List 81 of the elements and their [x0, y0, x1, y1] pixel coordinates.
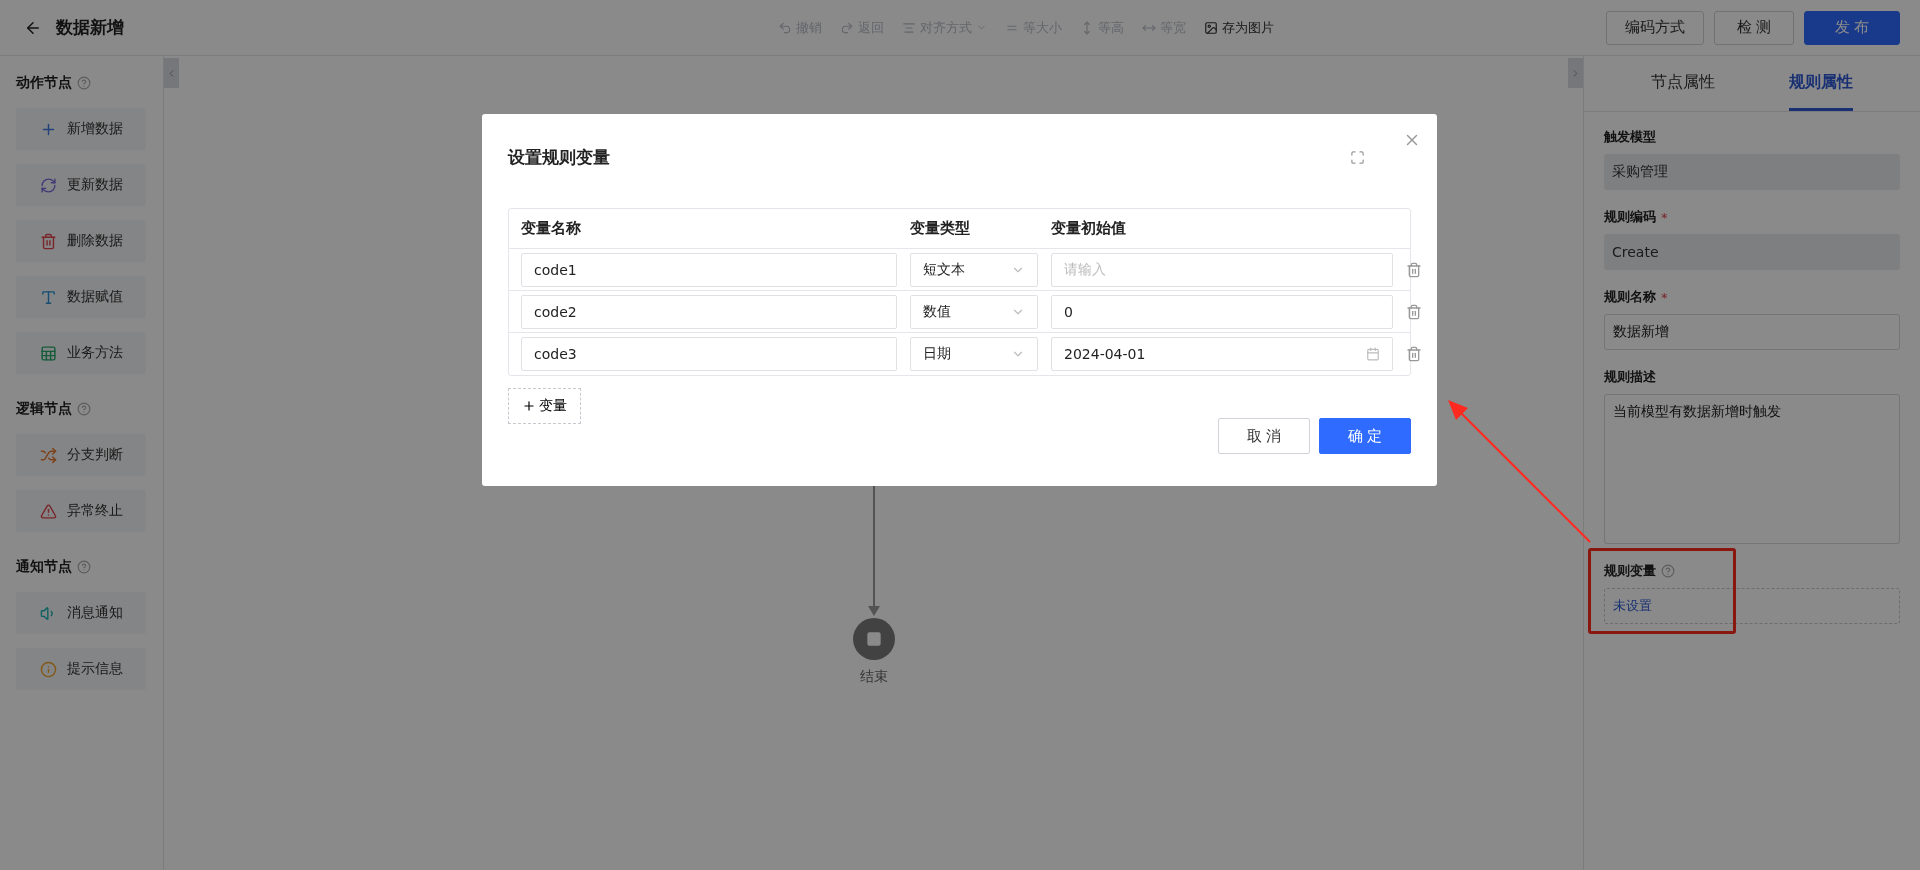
collapse-handle[interactable]	[164, 58, 179, 88]
node-label: 新增数据	[66, 120, 123, 138]
textarea-field[interactable]: 当前模型有数据新增时触发	[1604, 394, 1900, 544]
refresh-icon	[39, 176, 57, 194]
type-select[interactable]: 短文本	[910, 252, 1038, 287]
add-variable-button[interactable]: 变量	[508, 388, 581, 424]
column-header: 变量名称	[521, 219, 582, 238]
readonly-field: Create	[1604, 234, 1900, 270]
node-label: 分支判断	[66, 446, 123, 464]
node-item[interactable]: 提示信息	[16, 648, 146, 690]
delete-icon[interactable]	[1406, 261, 1422, 278]
dialog-button[interactable]: 确 定	[1319, 418, 1411, 454]
node-item[interactable]: 分支判断	[16, 434, 146, 476]
name-input[interactable]: code1	[521, 252, 897, 287]
section-title: 动作节点	[16, 74, 72, 92]
node-label: 消息通知	[66, 604, 123, 622]
sheet-icon	[39, 344, 57, 362]
plus-icon	[522, 399, 536, 413]
node-item[interactable]: 数据赋值	[16, 276, 146, 318]
section-title: 逻辑节点	[16, 400, 72, 418]
node-item[interactable]: 消息通知	[16, 592, 146, 634]
branch-icon	[39, 446, 57, 464]
help-icon[interactable]	[1661, 564, 1675, 578]
node-label: 结束	[859, 668, 888, 686]
node-label: 更新数据	[66, 176, 123, 194]
header-button[interactable]: 编码方式	[1606, 10, 1704, 45]
readonly-field: 采购管理	[1604, 154, 1900, 190]
panel-tab[interactable]: 规则属性	[1789, 56, 1853, 111]
header-button[interactable]: 发 布	[1804, 10, 1900, 45]
dialog-button[interactable]: 取 消	[1218, 418, 1310, 454]
input-field[interactable]: 数据新增	[1604, 314, 1900, 350]
toolbar-button[interactable]: 存为图片	[1204, 18, 1274, 37]
not-set-link[interactable]: 未设置	[1613, 597, 1652, 615]
field-label: 规则变量	[1604, 562, 1656, 580]
section-title: 通知节点	[16, 558, 72, 576]
end-node[interactable]	[852, 618, 895, 660]
align-icon	[902, 20, 916, 35]
column-header: 变量初始值	[1051, 219, 1127, 238]
help-icon[interactable]	[77, 560, 91, 574]
help-icon[interactable]	[77, 76, 91, 90]
node-item[interactable]: 业务方法	[16, 332, 146, 374]
info-icon	[39, 660, 57, 678]
field-label: 规则编码	[1604, 208, 1656, 226]
column-header: 变量类型	[910, 219, 971, 238]
node-item[interactable]: 更新数据	[16, 164, 146, 206]
panel-tab[interactable]: 节点属性	[1651, 56, 1715, 111]
calendar-icon[interactable]	[1366, 347, 1380, 361]
node-label: 数据赋值	[66, 288, 123, 306]
stop-icon	[865, 631, 882, 647]
value-input[interactable]: 0	[1051, 294, 1393, 329]
field-label: 触发模型	[1604, 128, 1656, 146]
node-item[interactable]: 新增数据	[16, 108, 146, 150]
node-item[interactable]: 异常终止	[16, 490, 146, 532]
name-input[interactable]: code2	[521, 294, 897, 329]
required-mark: *	[1661, 209, 1668, 225]
delete-icon[interactable]	[1406, 303, 1422, 320]
delete-icon[interactable]	[1406, 346, 1422, 362]
collapse-handle[interactable]	[1568, 58, 1583, 88]
header-button[interactable]: 检 测	[1714, 10, 1794, 45]
page-title: 数据新增	[56, 16, 125, 39]
node-item[interactable]: 删除数据	[16, 220, 146, 262]
dialog-title: 设置规则变量	[508, 145, 611, 169]
field-label: 规则名称	[1604, 288, 1656, 306]
type-select[interactable]: 数值	[910, 294, 1038, 329]
undo-icon	[778, 20, 792, 35]
value-input[interactable]: 2024-04-01	[1051, 337, 1393, 371]
warning-icon	[39, 502, 57, 520]
type-select[interactable]: 日期	[910, 337, 1038, 371]
help-icon[interactable]	[77, 402, 91, 416]
required-mark: *	[1661, 289, 1668, 305]
field-label: 规则描述	[1604, 368, 1656, 386]
node-label: 删除数据	[66, 232, 123, 250]
node-label: 提示信息	[66, 660, 123, 678]
node-label: 异常终止	[66, 502, 123, 520]
redo-icon	[840, 20, 854, 35]
text-icon	[39, 288, 57, 306]
node-label: 业务方法	[66, 344, 123, 362]
image-icon	[1204, 20, 1218, 35]
fullscreen-icon[interactable]	[1350, 149, 1365, 165]
name-input[interactable]: code3	[521, 337, 897, 371]
trash-icon	[39, 232, 57, 250]
